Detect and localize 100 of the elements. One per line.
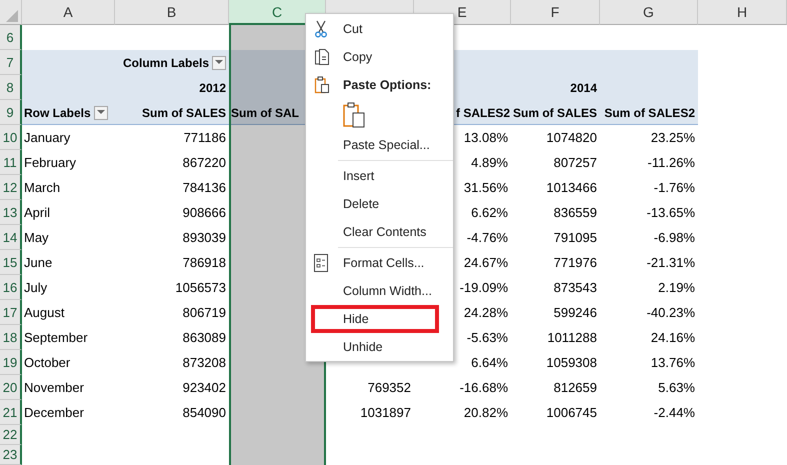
pivot-header-label: Sum of SALES [142, 106, 226, 120]
row-header[interactable]: 7 [0, 50, 22, 75]
table-cell: 24.16% [650, 330, 695, 345]
table-cell: March [24, 180, 60, 195]
row-header[interactable]: 8 [0, 75, 22, 100]
table-cell: 23.25% [650, 130, 695, 145]
table-cell: 812659 [554, 380, 597, 395]
column-header[interactable]: H [698, 0, 787, 25]
table-cell: 836559 [554, 205, 597, 220]
table-cell: 791095 [554, 230, 597, 245]
table-cell: April [24, 205, 50, 220]
pivot-header-label: 2014 [570, 80, 597, 94]
column-header[interactable]: B [115, 0, 229, 25]
table-cell: 771186 [184, 130, 226, 145]
table-cell: 1059308 [546, 355, 597, 370]
row-header[interactable]: 21 [0, 400, 22, 425]
column-header[interactable]: G [600, 0, 698, 25]
table-cell: October [24, 355, 70, 370]
table-cell: -11.26% [648, 155, 695, 170]
menu-item[interactable]: Insert [306, 162, 453, 190]
table-cell: 1006745 [546, 405, 597, 420]
column-header[interactable]: A [22, 0, 115, 25]
pivot-header-label: Row Labels [24, 106, 91, 120]
menu-item[interactable]: Column Width... [306, 277, 453, 305]
table-cell: -21.31% [646, 255, 695, 270]
table-cell: 873208 [182, 355, 226, 370]
table-cell: January [24, 130, 70, 145]
row-header[interactable]: 6 [0, 25, 22, 50]
table-cell: -4.76% [466, 230, 508, 245]
table-cell: 1013466 [546, 180, 597, 195]
pivot-header-label: Sum of SALES [512, 106, 597, 120]
table-cell: 1056573 [175, 280, 226, 295]
menu-item[interactable]: Paste Special... [306, 131, 453, 159]
table-cell: -2.44% [654, 405, 695, 420]
row-header[interactable]: 12 [0, 175, 22, 200]
pivot-header-label: 2012 [199, 80, 226, 94]
row-header[interactable]: 16 [0, 275, 22, 300]
table-cell: February [24, 155, 76, 170]
table-cell: 854090 [182, 405, 226, 420]
table-cell: -6.98% [654, 230, 695, 245]
menu-item[interactable]: Delete [306, 190, 453, 218]
pivot-header-label: Column Labels [122, 56, 209, 70]
row-header[interactable]: 10 [0, 125, 22, 150]
row-header[interactable]: 23 [0, 445, 22, 465]
row-header[interactable]: 18 [0, 325, 22, 350]
table-cell: 6.62% [471, 205, 508, 220]
table-cell: 893039 [182, 230, 226, 245]
row-header[interactable]: 14 [0, 225, 22, 250]
column-header[interactable]: F [511, 0, 600, 25]
row-header[interactable]: 13 [0, 200, 22, 225]
table-cell: 4.89% [471, 155, 508, 170]
table-cell: -16.68% [460, 380, 508, 395]
menu-item[interactable]: Unhide [306, 333, 453, 361]
pivot-header-label: Sum of SALES2 [604, 106, 695, 120]
column-header[interactable]: C [229, 0, 326, 25]
row-header[interactable]: 22 [0, 425, 22, 445]
menu-item[interactable]: Format Cells... [306, 249, 453, 277]
table-cell: -19.09% [460, 280, 508, 295]
table-cell: 31.56% [464, 180, 508, 195]
menu-item[interactable]: Copy [306, 43, 453, 71]
table-cell: 908666 [182, 205, 226, 220]
table-cell: 771976 [554, 255, 597, 270]
table-cell: 20.82% [464, 405, 508, 420]
row-header[interactable]: 20 [0, 375, 22, 400]
table-cell: 786918 [182, 255, 226, 270]
row-header[interactable]: 9 [0, 100, 22, 125]
row-header[interactable]: 19 [0, 350, 22, 375]
table-cell: 807257 [554, 155, 597, 170]
table-cell: -5.63% [466, 330, 508, 345]
table-cell: September [24, 330, 88, 345]
table-cell: 6.64% [471, 355, 508, 370]
table-cell: 1074820 [546, 130, 597, 145]
table-cell: November [24, 380, 84, 395]
table-cell: 873543 [554, 280, 597, 295]
table-cell: 2.19% [658, 280, 695, 295]
table-cell: 13.76% [650, 355, 695, 370]
table-cell: 923402 [182, 380, 226, 395]
table-cell: 24.67% [464, 255, 508, 270]
table-cell: 5.63% [658, 380, 695, 395]
menu-item[interactable]: Hide [306, 305, 453, 333]
table-cell: 769352 [368, 380, 411, 395]
table-cell: -40.23% [646, 305, 695, 320]
table-cell: June [24, 255, 52, 270]
table-cell: 599246 [554, 305, 597, 320]
table-cell: 806719 [182, 305, 226, 320]
pivot-header-label: f SALES2 [456, 106, 510, 120]
table-cell: -13.65% [646, 205, 695, 220]
row-header[interactable]: 15 [0, 250, 22, 275]
table-cell: May [24, 230, 49, 245]
table-cell: 863089 [182, 330, 226, 345]
menu-item[interactable]: Clear Contents [306, 218, 453, 246]
menu-heading: Paste Options: [343, 78, 432, 92]
table-cell: July [24, 280, 48, 295]
pivot-header-label: Sum of SAL [231, 106, 299, 120]
table-cell: 1031897 [360, 405, 411, 420]
table-cell: 784136 [182, 180, 226, 195]
table-cell: 1011288 [547, 330, 597, 345]
table-cell: 13.08% [464, 130, 508, 145]
row-header[interactable]: 17 [0, 300, 22, 325]
row-header[interactable]: 11 [0, 150, 22, 175]
